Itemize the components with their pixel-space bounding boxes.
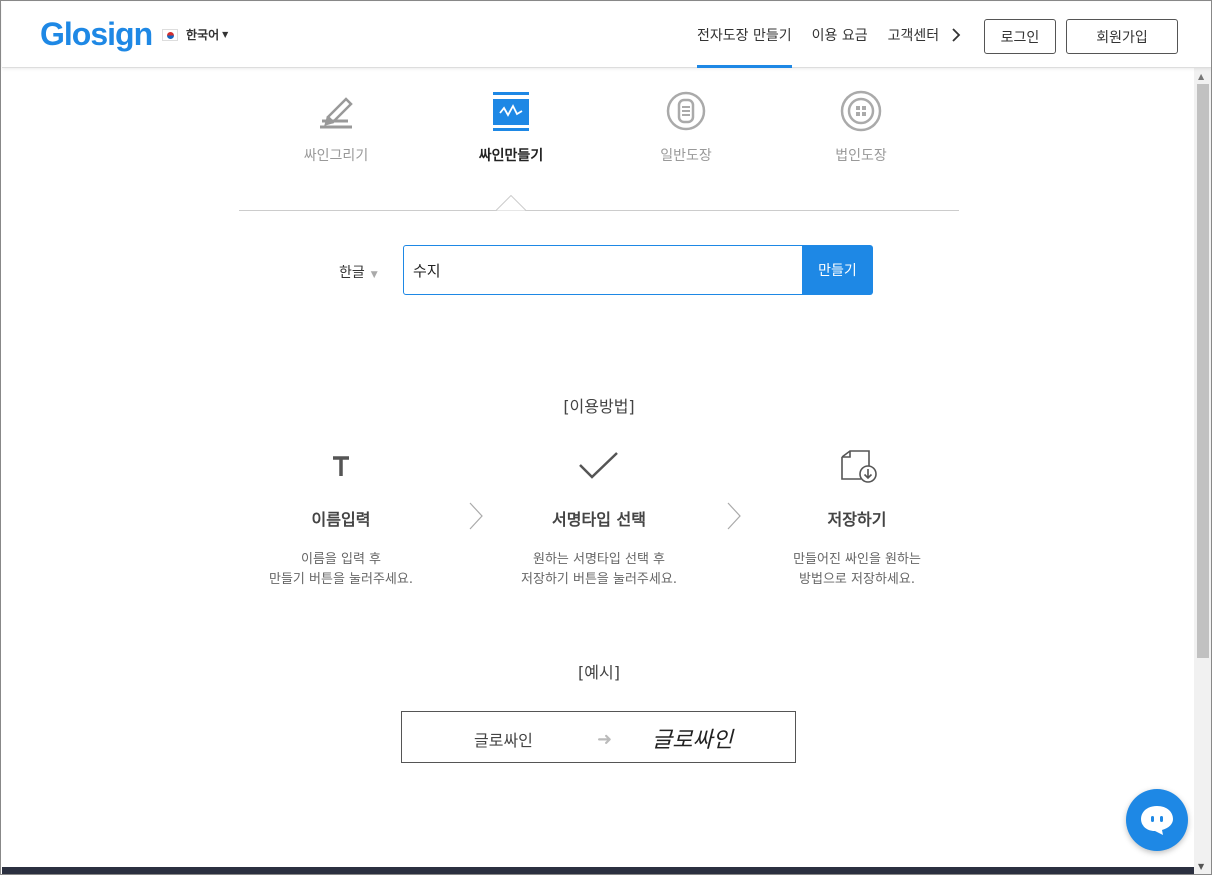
tab-corporate-stamp[interactable]: 법인도장 bbox=[801, 89, 921, 165]
main-nav: 전자도장 만들기 이용 요금 고객센터 bbox=[697, 2, 961, 68]
signup-button[interactable]: 회원가입 bbox=[1066, 19, 1178, 54]
step-desc-line: 저장하기 버튼을 눌러주세요. bbox=[521, 572, 677, 587]
caret-down-icon: ▼ bbox=[370, 270, 378, 280]
step-title: 서명타입 선택 bbox=[552, 510, 646, 529]
step-desc-line: 원하는 서명타입 선택 후 bbox=[533, 552, 665, 567]
nav-support[interactable]: 고객센터 bbox=[888, 2, 940, 68]
step-title: 저장하기 bbox=[827, 510, 887, 529]
tab-sign-create[interactable]: 싸인만들기 bbox=[451, 89, 571, 165]
chat-bubble-icon bbox=[1141, 806, 1173, 835]
active-tab-pointer bbox=[496, 195, 526, 211]
example-title: [예시] bbox=[578, 663, 620, 682]
tab-label: 싸인만들기 bbox=[478, 148, 544, 164]
site-header: Glosign 한국어 ▼ 전자도장 만들기 이용 요금 고객센터 로그인 회원… bbox=[2, 2, 1211, 68]
tab-sign-draw[interactable]: 싸인그리기 bbox=[276, 89, 396, 165]
example-box: 글로싸인 ➜ 글로싸인 bbox=[401, 711, 796, 763]
step-description: 원하는 서명타입 선택 후 저장하기 버튼을 눌러주세요. bbox=[479, 550, 719, 590]
step-desc-line: 만들기 버튼을 눌러주세요. bbox=[269, 572, 413, 587]
language-label: 한국어 bbox=[186, 28, 220, 42]
script-language-value: 한글 bbox=[339, 265, 365, 281]
step-save: 저장하기 만들어진 싸인을 원하는 방법으로 저장하세요. bbox=[737, 446, 977, 590]
example-plain-text: 글로싸인 bbox=[474, 731, 533, 750]
nav-pricing[interactable]: 이용 요금 bbox=[812, 2, 868, 68]
example-signature-text: 글로싸인 bbox=[652, 728, 733, 753]
chevron-right-icon[interactable] bbox=[951, 28, 961, 42]
signature-create-icon bbox=[489, 89, 533, 133]
general-stamp-icon bbox=[664, 89, 708, 133]
vertical-scrollbar[interactable]: ▲ ▼ bbox=[1194, 68, 1211, 874]
language-selector[interactable]: 한국어 ▼ bbox=[162, 26, 228, 43]
chat-button[interactable] bbox=[1126, 789, 1188, 851]
tab-label: 법인도장 bbox=[835, 148, 887, 164]
step-desc-line: 이름을 입력 후 bbox=[300, 552, 382, 567]
pen-draw-icon bbox=[314, 89, 358, 133]
footer-edge bbox=[2, 867, 1194, 874]
korea-flag-icon bbox=[162, 28, 178, 41]
download-doc-icon bbox=[737, 446, 977, 486]
make-button[interactable]: 만들기 bbox=[802, 245, 873, 295]
text-t-icon bbox=[221, 446, 461, 486]
howto-title: [이용방법] bbox=[563, 397, 635, 416]
scrollbar-thumb[interactable] bbox=[1197, 84, 1209, 658]
corporate-stamp-icon bbox=[839, 89, 883, 133]
login-button[interactable]: 로그인 bbox=[984, 19, 1056, 54]
script-language-select[interactable]: 한글 ▼ bbox=[339, 262, 378, 282]
step-description: 만들어진 싸인을 원하는 방법으로 저장하세요. bbox=[737, 550, 977, 590]
name-input[interactable] bbox=[403, 245, 803, 295]
step-description: 이름을 입력 후 만들기 버튼을 눌러주세요. bbox=[221, 550, 461, 590]
checkmark-icon bbox=[479, 446, 719, 486]
step-desc-line: 만들어진 싸인을 원하는 bbox=[793, 552, 921, 567]
arrow-right-icon: ➜ bbox=[597, 729, 613, 750]
nav-stamp-create[interactable]: 전자도장 만들기 bbox=[697, 2, 792, 68]
tab-label: 싸인그리기 bbox=[303, 148, 369, 164]
scroll-down-icon[interactable]: ▼ bbox=[1198, 862, 1204, 871]
browser-frame: Glosign 한국어 ▼ 전자도장 만들기 이용 요금 고객센터 로그인 회원… bbox=[0, 0, 1212, 875]
step-select-type: 서명타입 선택 원하는 서명타입 선택 후 저장하기 버튼을 눌러주세요. bbox=[479, 446, 719, 590]
scroll-up-icon[interactable]: ▲ bbox=[1198, 72, 1204, 81]
tab-label: 일반도장 bbox=[660, 148, 712, 164]
glosign-logo[interactable]: Glosign bbox=[40, 16, 153, 53]
step-title: 이름입력 bbox=[311, 510, 371, 529]
caret-down-icon: ▼ bbox=[222, 30, 229, 39]
step-desc-line: 방법으로 저장하세요. bbox=[799, 572, 915, 587]
tab-divider bbox=[239, 210, 959, 211]
step-enter-name: 이름입력 이름을 입력 후 만들기 버튼을 눌러주세요. bbox=[221, 446, 461, 590]
tab-general-stamp[interactable]: 일반도장 bbox=[626, 89, 746, 165]
